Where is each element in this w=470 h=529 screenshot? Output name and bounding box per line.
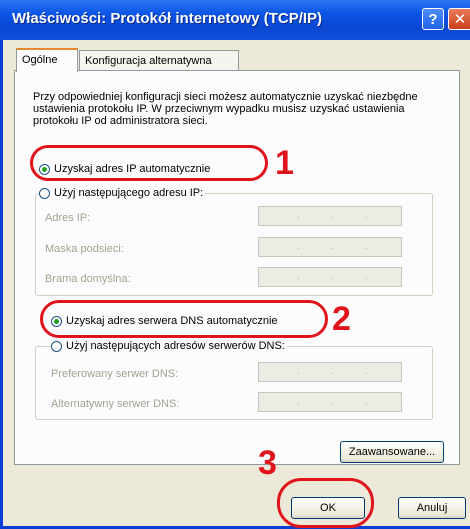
alternate-dns-label: Alternatywny serwer DNS: — [51, 398, 180, 410]
ip-address-label: Adres IP: — [45, 212, 91, 224]
subnet-mask-field[interactable]: ... — [258, 237, 402, 257]
dns-manual-label: Użyj następujących adresów serwerów DNS: — [66, 340, 285, 352]
dns-manual-radio[interactable] — [51, 340, 62, 352]
dns-auto-label: Uzyskaj adres serwera DNS automatycznie — [66, 315, 278, 327]
step-number-1: 1 — [275, 144, 294, 182]
cancel-button[interactable]: Anuluj — [398, 497, 466, 519]
alternate-dns-field[interactable]: ... — [258, 392, 402, 412]
dns-auto-option[interactable]: Uzyskaj adres serwera DNS automatycznie — [51, 315, 278, 327]
preferred-dns-label: Preferowany serwer DNS: — [51, 368, 179, 380]
dns-manual-option[interactable]: Użyj następujących adresów serwerów DNS: — [51, 340, 287, 352]
ip-manual-option[interactable]: Użyj następującego adresu IP: — [39, 187, 206, 199]
window-title: Właściwości: Protokół internetowy (TCP/I… — [12, 10, 323, 27]
ip-auto-option[interactable]: Uzyskaj adres IP automatycznie — [39, 163, 210, 175]
default-gateway-field[interactable]: ... — [258, 267, 402, 287]
tab-general[interactable]: Ogólne — [16, 48, 78, 72]
step-number-3: 3 — [258, 444, 277, 482]
ip-auto-radio[interactable] — [39, 163, 50, 175]
title-bar[interactable]: Właściwości: Protokół internetowy (TCP/I… — [0, 0, 470, 40]
dialog-client-area: Ogólne Konfiguracja alternatywna Przy od… — [3, 40, 470, 526]
ok-button[interactable]: OK — [291, 497, 365, 519]
general-tab-panel: Przy odpowiedniej konfiguracji sieci moż… — [14, 70, 460, 465]
ip-manual-label: Użyj następującego adresu IP: — [54, 187, 204, 199]
ip-address-field[interactable]: ... — [258, 206, 402, 226]
ip-auto-label: Uzyskaj adres IP automatycznie — [54, 163, 211, 175]
advanced-button[interactable]: Zaawansowane... — [340, 441, 444, 463]
preferred-dns-field[interactable]: ... — [258, 362, 402, 382]
help-icon[interactable]: ? — [422, 8, 444, 30]
close-icon[interactable]: ✕ — [448, 8, 470, 30]
step-number-2: 2 — [332, 300, 351, 338]
ip-manual-radio[interactable] — [39, 187, 50, 199]
default-gateway-label: Brama domyślna: — [45, 273, 131, 285]
dialog-window: Właściwości: Protokół internetowy (TCP/I… — [0, 0, 470, 529]
tab-alternate-configuration[interactable]: Konfiguracja alternatywna — [79, 50, 239, 70]
description-text: Przy odpowiedniej konfiguracji sieci moż… — [33, 91, 418, 127]
subnet-mask-label: Maska podsieci: — [45, 243, 124, 255]
dns-auto-radio[interactable] — [51, 315, 62, 327]
